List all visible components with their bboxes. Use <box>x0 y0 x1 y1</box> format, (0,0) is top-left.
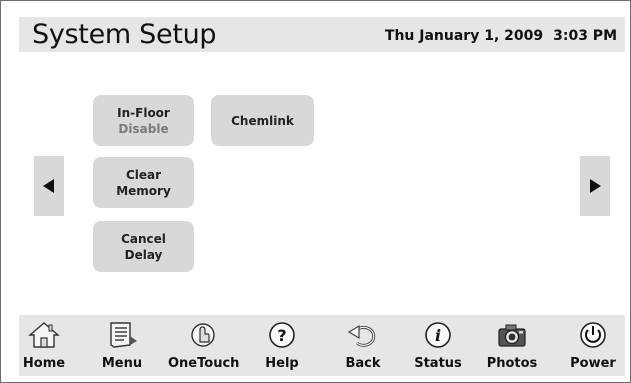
chemlink-button[interactable]: Chemlink <box>211 95 314 146</box>
status-icon: i <box>425 322 451 348</box>
svg-text:i: i <box>435 326 441 345</box>
camera-icon <box>498 324 526 347</box>
nav-help-button[interactable]: ? Help <box>247 315 317 376</box>
previous-page-button[interactable] <box>34 156 64 216</box>
bottom-nav-bar: Home Menu OneTouch ? Help Back i Status … <box>19 315 625 376</box>
nav-status-button[interactable]: i Status <box>403 315 473 376</box>
datetime-display: Thu January 1, 2009 3:03 PM <box>385 17 617 55</box>
nav-power-button[interactable]: Power <box>558 315 628 376</box>
nav-back-label: Back <box>345 356 381 371</box>
nav-onetouch-label: OneTouch <box>168 356 240 371</box>
clear-memory-line2: Memory <box>116 183 171 198</box>
svg-text:?: ? <box>277 326 286 345</box>
cancel-delay-line1: Cancel <box>121 231 166 246</box>
chemlink-label: Chemlink <box>231 113 294 128</box>
cancel-delay-button[interactable]: Cancel Delay <box>93 221 194 272</box>
page-title: System Setup <box>32 19 217 50</box>
nav-onetouch-button[interactable]: OneTouch <box>168 315 240 376</box>
back-icon <box>347 324 376 347</box>
nav-help-label: Help <box>265 356 299 371</box>
nav-menu-button[interactable]: Menu <box>87 315 157 376</box>
home-icon <box>28 322 60 348</box>
time-text: 3:03 PM <box>553 28 617 44</box>
right-arrow-icon <box>590 179 601 193</box>
nav-photos-button[interactable]: Photos <box>477 315 547 376</box>
nav-back-button[interactable]: Back <box>328 315 398 376</box>
screen-frame: System Setup Thu January 1, 2009 3:03 PM … <box>0 0 631 383</box>
nav-status-label: Status <box>414 356 462 371</box>
nav-home-button[interactable]: Home <box>9 315 79 376</box>
infloor-disable-button[interactable]: In-Floor Disable <box>93 95 194 146</box>
power-icon <box>580 322 606 348</box>
infloor-label: In-Floor <box>117 105 170 120</box>
nav-photos-label: Photos <box>486 356 538 371</box>
date-text: Thu January 1, 2009 <box>384 28 544 44</box>
help-icon: ? <box>269 322 295 348</box>
clear-memory-line1: Clear <box>125 167 162 182</box>
infloor-state-label: Disable <box>118 121 169 136</box>
clear-memory-button[interactable]: Clear Memory <box>93 157 194 208</box>
nav-power-label: Power <box>570 356 616 371</box>
header-bar: System Setup Thu January 1, 2009 3:03 PM <box>19 17 625 52</box>
onetouch-icon <box>191 323 215 347</box>
left-arrow-icon <box>43 179 54 193</box>
menu-icon <box>110 322 137 348</box>
next-page-button[interactable] <box>580 156 610 216</box>
nav-menu-label: Menu <box>101 356 143 371</box>
nav-home-label: Home <box>22 356 66 371</box>
cancel-delay-line2: Delay <box>124 247 163 262</box>
